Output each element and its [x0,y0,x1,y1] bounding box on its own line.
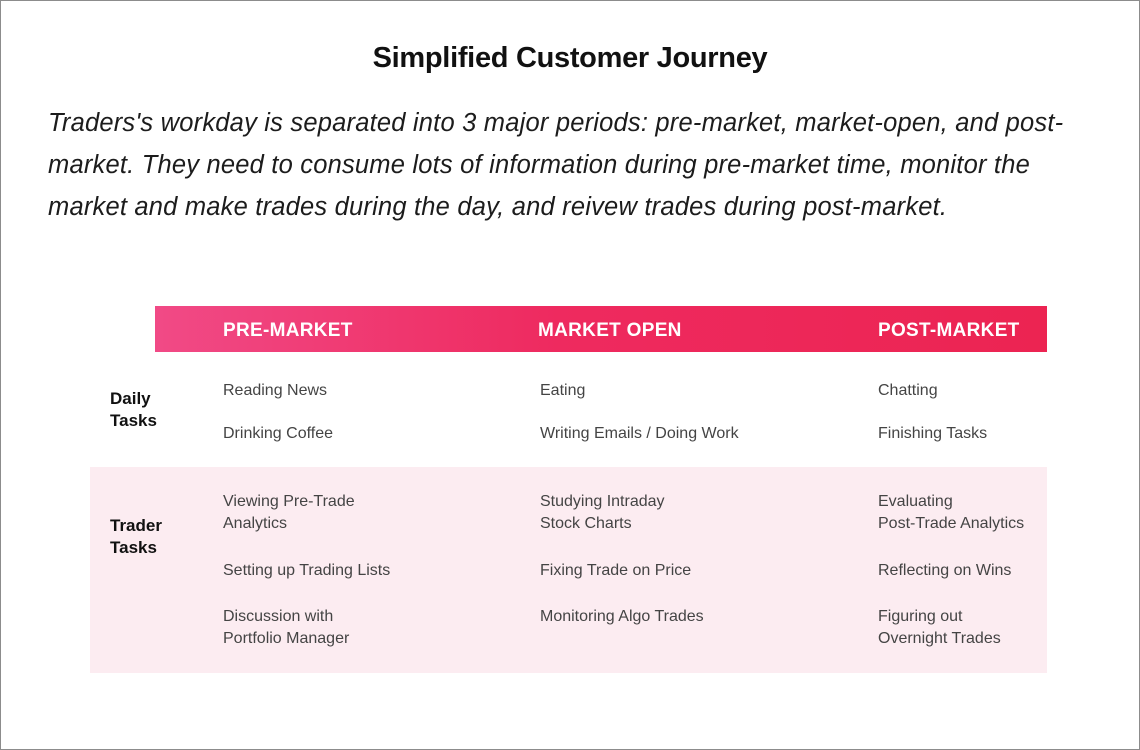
row-label-trader-tasks: Trader Tasks [110,516,162,557]
cell-daily-post-1: Chatting [878,382,938,399]
column-header-market-open: MARKET OPEN [538,320,682,341]
cell-trader-open-1: Studying Intraday Stock Charts [540,493,665,532]
cell-daily-post-2: Finishing Tasks [878,425,988,442]
cell-trader-post-1: Evaluating Post-Trade Analytics [878,493,1025,532]
cell-trader-pre-1: Viewing Pre-Trade Analytics [223,493,355,532]
cell-trader-pre-3: Discussion with Portfolio Manager [223,608,350,647]
cell-daily-pre-2: Drinking Coffee [223,425,333,442]
column-header-post-market: POST-MARKET [878,320,1020,341]
cell-daily-open-2: Writing Emails / Doing Work [540,425,739,442]
cell-trader-post-3: Figuring out Overnight Trades [878,608,1001,647]
cell-trader-pre-2: Setting up Trading Lists [223,562,391,579]
cell-trader-post-2: Reflecting on Wins [878,562,1012,579]
column-header-pre-market: PRE-MARKET [223,320,353,341]
cell-trader-open-2: Fixing Trade on Price [540,562,692,579]
row-label-daily-tasks: Daily Tasks [110,389,157,430]
description-paragraph: Traders's workday is separated into 3 ma… [48,109,1064,221]
cell-trader-open-3: Monitoring Algo Trades [540,608,704,625]
cell-daily-open-1: Eating [540,382,586,399]
page-title: Simplified Customer Journey [372,42,768,74]
cell-daily-pre-1: Reading News [223,382,328,399]
